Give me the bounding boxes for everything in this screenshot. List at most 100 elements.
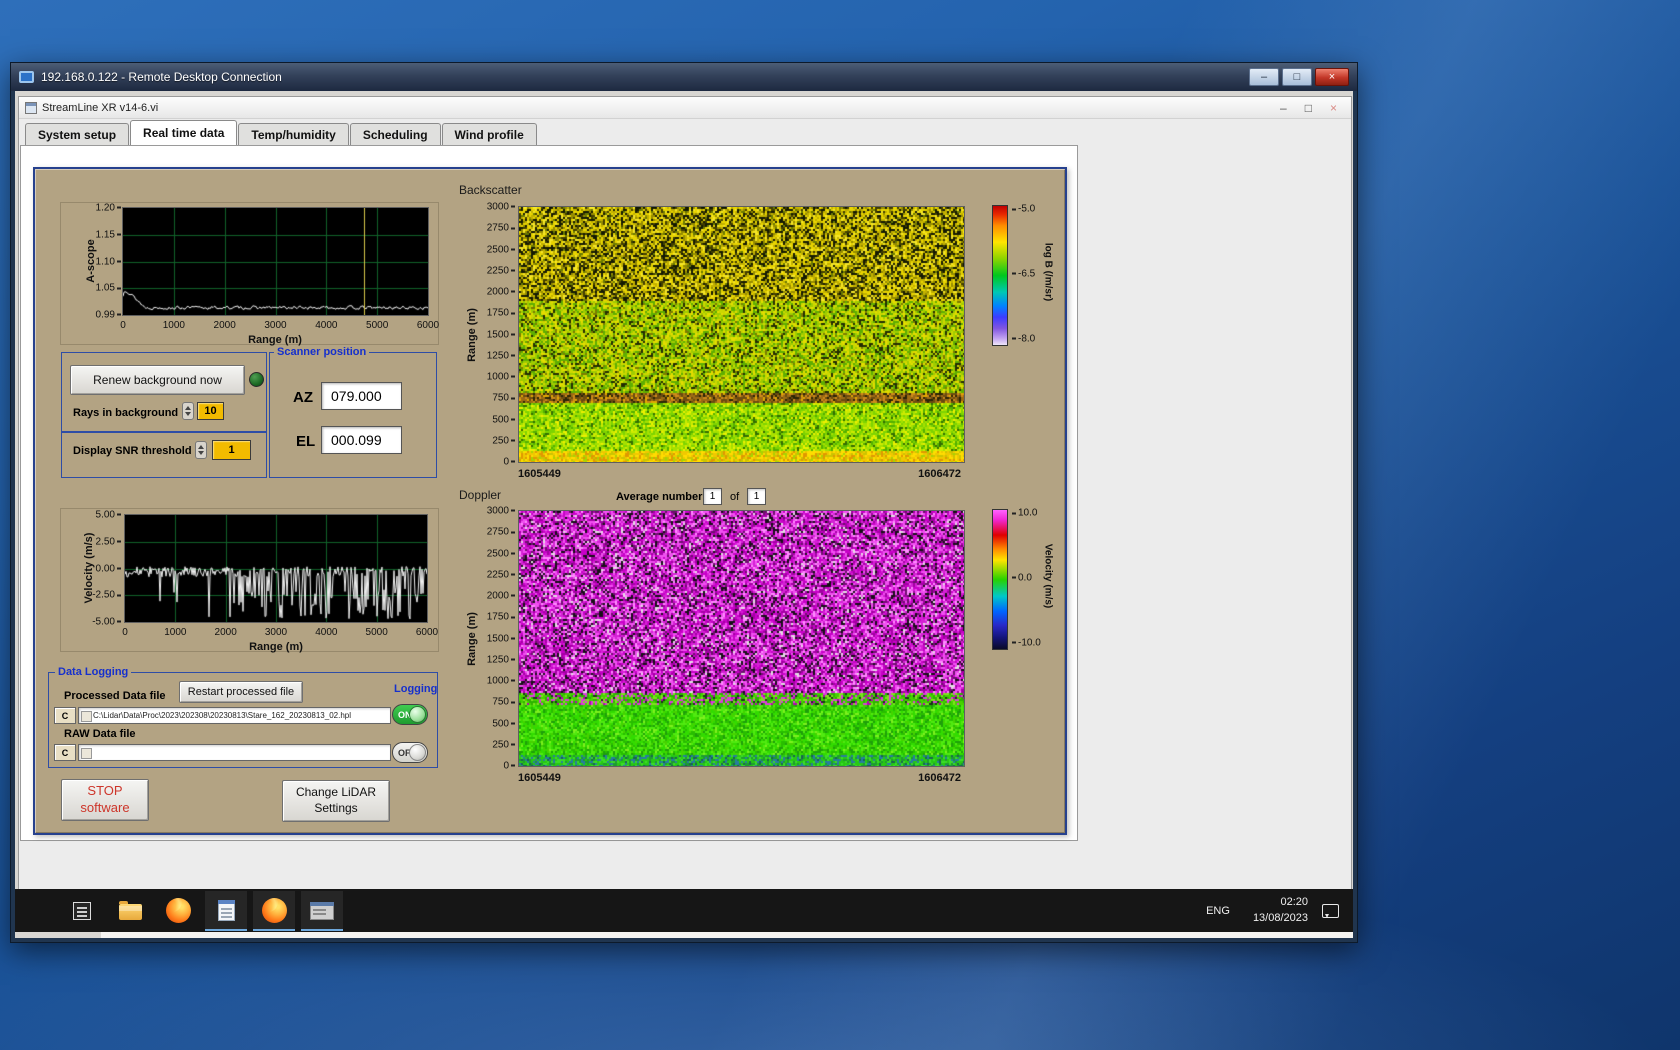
app-window-controls: – □ × xyxy=(1280,102,1337,114)
snr-spinner[interactable] xyxy=(195,441,207,459)
snr-threshold-value[interactable]: 1 xyxy=(212,440,251,460)
tick-label: 1000 xyxy=(164,627,187,638)
backscatter-plot[interactable] xyxy=(518,206,965,463)
average-total-value[interactable]: 1 xyxy=(747,488,766,505)
change-lidar-settings-button[interactable]: Change LiDAR Settings xyxy=(282,780,390,822)
velocity-x-axis-label: Range (m) xyxy=(249,641,303,653)
tick-label: 4000 xyxy=(315,320,338,331)
tick-label: 3000 xyxy=(487,506,515,517)
raw-logging-toggle[interactable]: OFF xyxy=(392,742,428,763)
velocity-plot[interactable] xyxy=(124,514,428,623)
toggle-knob-icon xyxy=(409,744,426,761)
backscatter-x-start-label: 1605449 xyxy=(518,468,561,480)
tab-system-setup[interactable]: System setup xyxy=(25,123,130,145)
firefox-remote-icon xyxy=(261,898,287,923)
minimize-button[interactable]: – xyxy=(1249,68,1279,86)
tick-label: 250 xyxy=(492,435,515,446)
tick-label: 2500 xyxy=(487,244,515,255)
toggle-knob-icon xyxy=(409,706,426,723)
rdp-window-controls: – □ × xyxy=(1249,68,1349,86)
tab-real-time-data[interactable]: Real time data xyxy=(130,120,238,145)
scan-scheduler-icon xyxy=(310,901,334,920)
language-indicator[interactable]: ENG xyxy=(1197,898,1239,924)
rdp-window-title: 192.168.0.122 - Remote Desktop Connectio… xyxy=(41,70,282,84)
doppler-x-start-label: 1605449 xyxy=(518,772,561,784)
taskbar: ENG 02:20 13/08/2023 xyxy=(15,889,1353,932)
task-view-taskbar-button[interactable] xyxy=(61,891,103,931)
ascope-plot[interactable] xyxy=(122,207,429,316)
tick-label: 1500 xyxy=(487,329,515,340)
tick-label: 1.05 xyxy=(96,283,121,294)
backscatter-title: Backscatter xyxy=(459,183,522,197)
tick-label: 3000 xyxy=(487,202,515,213)
renew-background-button[interactable]: Renew background now xyxy=(70,365,245,395)
desktop: 192.168.0.122 - Remote Desktop Connectio… xyxy=(0,0,1680,1050)
app-window-title: StreamLine XR v14-6.vi xyxy=(42,101,159,114)
tick-label: -10.0 xyxy=(1012,637,1041,648)
raw-path-field[interactable] xyxy=(78,744,391,761)
restore-button[interactable]: □ xyxy=(1305,102,1312,114)
tick-label: 1250 xyxy=(487,350,515,361)
front-panel: A-scope 1.20 1.15 1.10 1.05 0.99 0 1000 2000 30… xyxy=(33,167,1067,835)
rays-spinner[interactable] xyxy=(182,402,194,420)
vi-icon xyxy=(25,101,37,114)
maximize-button[interactable]: □ xyxy=(1282,68,1312,86)
backscatter-colorbar xyxy=(992,205,1008,346)
tick-label: 3000 xyxy=(264,320,287,331)
taskbar-tray: ENG 02:20 13/08/2023 xyxy=(1197,895,1353,926)
tab-temp-humidity[interactable]: Temp/humidity xyxy=(238,123,349,145)
tab-page: A-scope 1.20 1.15 1.10 1.05 0.99 0 1000 2000 30… xyxy=(20,145,1078,841)
notification-icon[interactable] xyxy=(1322,903,1339,918)
tick-label: 2000 xyxy=(214,627,237,638)
firefox-taskbar-button[interactable] xyxy=(157,891,199,931)
ascope-x-axis-label: Range (m) xyxy=(248,334,302,346)
raw-drive-button[interactable]: C xyxy=(54,744,76,761)
file-explorer-taskbar-button[interactable] xyxy=(109,891,151,931)
tick-label: 2000 xyxy=(487,591,515,602)
tick-label: 1.20 xyxy=(96,203,121,214)
tick-label: 5000 xyxy=(366,320,389,331)
processed-drive-button[interactable]: C xyxy=(54,707,76,724)
tick-label: 2750 xyxy=(487,527,515,538)
rays-value[interactable]: 10 xyxy=(197,402,224,420)
tick-label: 1000 xyxy=(162,320,185,331)
close-button[interactable]: × xyxy=(1330,102,1337,114)
doppler-plot[interactable] xyxy=(518,510,965,767)
tick-label: -2.50 xyxy=(92,590,121,601)
tick-label: 1750 xyxy=(487,612,515,623)
tab-wind-profile[interactable]: Wind profile xyxy=(441,123,537,145)
tick-label: 1.10 xyxy=(96,256,121,267)
doppler-colorbar-ticks: 10.0 0.0 -10.0 xyxy=(1012,508,1046,650)
app-titlebar[interactable]: StreamLine XR v14-6.vi – □ × xyxy=(19,97,1351,119)
az-value-field[interactable]: 079.000 xyxy=(321,382,402,410)
bottom-strip xyxy=(101,932,1353,938)
doppler-y-axis-label: Range (m) xyxy=(466,612,478,666)
doppler-colorbar-label: Velocity (m/s) xyxy=(1042,543,1054,609)
tick-label: -5.0 xyxy=(1012,204,1035,215)
tick-label: 0 xyxy=(122,627,128,638)
minimize-button[interactable]: – xyxy=(1280,102,1287,114)
stop-software-button[interactable]: STOP software xyxy=(61,779,149,821)
file-explorer-icon xyxy=(118,901,142,920)
tab-scheduling[interactable]: Scheduling xyxy=(349,123,441,145)
el-value-field[interactable]: 000.099 xyxy=(321,426,402,454)
notepad-taskbar-button[interactable] xyxy=(205,890,247,931)
tick-label: 1750 xyxy=(487,308,515,319)
restart-processed-button[interactable]: Restart processed file xyxy=(179,681,303,703)
close-button[interactable]: × xyxy=(1315,68,1349,86)
tick-label: 0 xyxy=(120,320,126,331)
velocity-y-ticks: 5.00 2.50 0.00 -2.50 -5.00 xyxy=(81,510,121,628)
task-view-icon xyxy=(73,901,91,920)
backscatter-x-end-label: 1606472 xyxy=(918,468,961,480)
scan-scheduler-taskbar-button[interactable] xyxy=(301,890,343,931)
firefox-remote-taskbar-button[interactable] xyxy=(253,890,295,931)
of-label: of xyxy=(730,491,740,503)
ascope-x-ticks: 0 1000 2000 3000 4000 5000 6000 xyxy=(120,320,439,332)
clock[interactable]: 02:20 13/08/2023 xyxy=(1253,895,1308,926)
rdp-titlebar[interactable]: 192.168.0.122 - Remote Desktop Connectio… xyxy=(11,63,1357,91)
processed-path-field[interactable]: C:\Lidar\Data\Proc\2023\202308\20230813\… xyxy=(78,707,391,724)
processed-logging-toggle[interactable]: ON xyxy=(392,704,428,725)
tick-label: 2500 xyxy=(487,548,515,559)
average-number-value[interactable]: 1 xyxy=(703,488,722,505)
processed-file-label: Processed Data file xyxy=(64,690,166,702)
